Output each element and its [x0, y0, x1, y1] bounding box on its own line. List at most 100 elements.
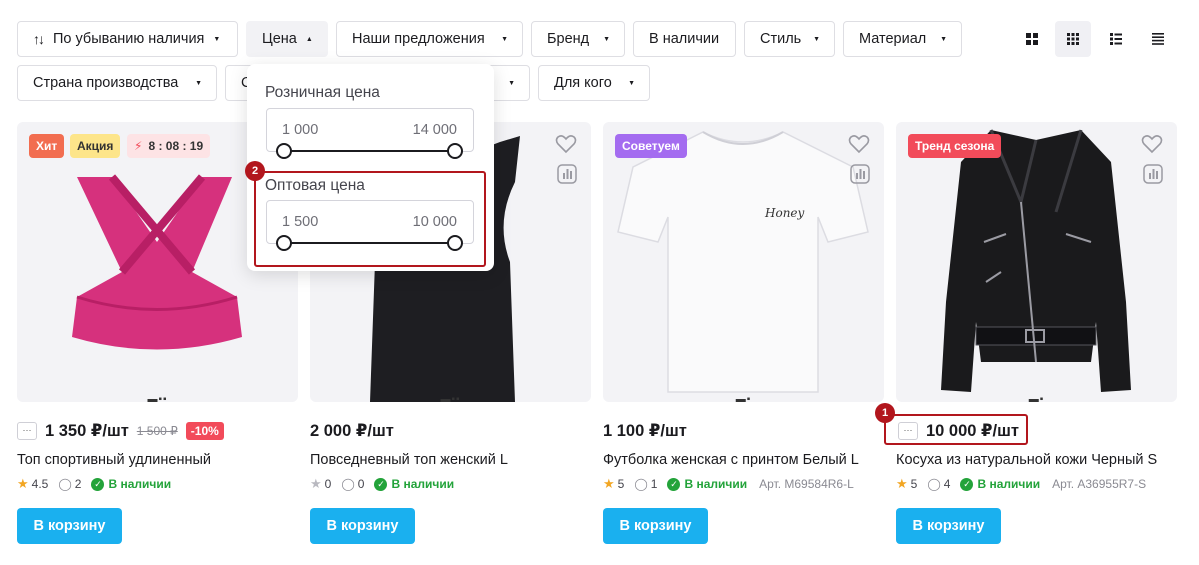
- comments-count: 4: [943, 477, 951, 491]
- sort-label: По убыванию наличия: [53, 31, 205, 47]
- check-icon: ✓: [374, 477, 388, 491]
- retail-max-value[interactable]: 14 000: [413, 122, 457, 138]
- product-image[interactable]: Тренд сезона ▬▪: [896, 122, 1177, 402]
- view-list-button[interactable]: [1098, 21, 1134, 57]
- stock-status: В наличии: [391, 477, 455, 491]
- product-meta: ★ 5 ◯ 4 ✓ В наличии Арт. A36955R7-S: [896, 475, 1146, 493]
- chevron-down-icon: ▼: [628, 79, 635, 87]
- price-row: 1 100 ₽/шт: [603, 420, 687, 442]
- product-title[interactable]: Косуха из натуральной кожи Черный S: [896, 452, 1157, 468]
- image-pager-dots: ▬▪▪: [440, 394, 461, 402]
- trend-badge: Тренд сезона: [908, 134, 1002, 158]
- product-meta: ★ 0 ◯ 0 ✓ В наличии: [310, 475, 466, 493]
- price-filter-label: Цена: [262, 31, 297, 47]
- retail-slider-max-handle[interactable]: [447, 143, 463, 159]
- rating-value: 4.5: [31, 477, 49, 491]
- view-compact-list-button[interactable]: [1140, 21, 1176, 57]
- hit-badge: Хит: [29, 134, 65, 158]
- list-icon: [1110, 33, 1122, 45]
- add-to-cart-button[interactable]: В корзину: [310, 508, 415, 544]
- in-stock-filter[interactable]: В наличии: [633, 21, 736, 57]
- promo-badge: Акция: [70, 134, 121, 158]
- discount-badge: -10%: [185, 422, 224, 440]
- material-filter[interactable]: Материал ▼: [843, 21, 962, 57]
- article-number: Арт. M69584R6-L: [759, 477, 854, 491]
- lightning-icon: ⚡: [134, 139, 143, 153]
- offers-filter[interactable]: Наши предложения ▼: [336, 21, 523, 57]
- star-icon: ★: [310, 476, 322, 491]
- stock-status: В наличии: [684, 477, 748, 491]
- rating-value: 0: [324, 477, 332, 491]
- sort-dropdown[interactable]: ↑↓ По убыванию наличия ▼: [17, 21, 238, 57]
- star-icon: ★: [603, 476, 615, 491]
- chevron-down-icon: ▼: [501, 35, 508, 43]
- chevron-down-icon: ▼: [213, 35, 221, 43]
- style-filter-label: Стиль: [760, 31, 802, 47]
- retail-slider-track: [284, 150, 455, 152]
- chevron-down-icon: ▼: [508, 79, 515, 87]
- retail-price-label: Розничная цена: [265, 84, 380, 101]
- material-filter-label: Материал: [859, 31, 927, 47]
- style-filter[interactable]: Стиль ▼: [744, 21, 835, 57]
- product-title[interactable]: Топ спортивный удлиненный: [17, 452, 211, 468]
- retail-price-range[interactable]: 1 000 14 000: [266, 108, 474, 152]
- product-title[interactable]: Повседневный топ женский L: [310, 452, 508, 468]
- chevron-down-icon: ▼: [195, 79, 202, 87]
- for-whom-filter[interactable]: Для кого ▼: [538, 65, 650, 101]
- heart-icon[interactable]: [555, 134, 577, 159]
- comment-icon: ◯: [58, 477, 72, 491]
- price-row: 2 000 ₽/шт: [310, 420, 394, 442]
- comment-icon: ◯: [341, 477, 355, 491]
- rating-value: 5: [910, 477, 918, 491]
- retail-min-value[interactable]: 1 000: [282, 122, 318, 138]
- price-highlight-box: [884, 414, 1028, 445]
- heart-icon[interactable]: [848, 134, 870, 159]
- chevron-down-icon: ▼: [603, 35, 610, 43]
- sort-icon: ↑↓: [33, 31, 45, 47]
- rating-value: 5: [617, 477, 625, 491]
- compare-icon[interactable]: [1143, 164, 1163, 189]
- comment-icon: ◯: [927, 477, 941, 491]
- view-grid-large-button[interactable]: [1014, 21, 1050, 57]
- leather-jacket-image: [941, 129, 1131, 392]
- product-meta: ★ 4.5 ◯ 2 ✓ В наличии: [17, 475, 183, 493]
- lines-icon: [1152, 33, 1164, 45]
- brand-filter[interactable]: Бренд ▼: [531, 21, 625, 57]
- product-title[interactable]: Футболка женская с принтом Белый L: [603, 452, 859, 468]
- image-pager-dots: ▬▪: [735, 394, 752, 402]
- product-price: 1 350 ₽/шт: [45, 422, 129, 440]
- timer-value: 8 : 08 : 19: [148, 139, 204, 153]
- timer-badge: ⚡ 8 : 08 : 19: [127, 134, 211, 158]
- annotation-marker-2: 2: [245, 161, 265, 181]
- image-pager-dots: ▬▪▪: [147, 394, 168, 402]
- star-icon: ★: [896, 476, 908, 491]
- compare-icon[interactable]: [557, 164, 577, 189]
- comments-count: 2: [74, 477, 82, 491]
- article-number: Арт. A36955R7-S: [1052, 477, 1147, 491]
- brand-filter-label: Бренд: [547, 31, 590, 47]
- white-tshirt-image: Honey: [617, 131, 869, 393]
- heart-icon[interactable]: [1141, 134, 1163, 159]
- country-filter[interactable]: Страна производства ▼: [17, 65, 217, 101]
- star-icon: ★: [17, 476, 29, 491]
- add-to-cart-button[interactable]: В корзину: [17, 508, 122, 544]
- print-text: Honey: [764, 206, 805, 220]
- wholesale-highlight-box: [254, 171, 486, 267]
- check-icon: ✓: [667, 477, 681, 491]
- retail-slider-min-handle[interactable]: [276, 143, 292, 159]
- add-to-cart-button[interactable]: В корзину: [603, 508, 708, 544]
- product-meta: ★ 5 ◯ 1 ✓ В наличии Арт. M69584R6-L: [603, 475, 854, 493]
- add-to-cart-button[interactable]: В корзину: [896, 508, 1001, 544]
- price-row: ··· 1 350 ₽/шт 1 500 ₽ -10%: [17, 420, 224, 442]
- product-image[interactable]: Honey Советуем ▬▪: [603, 122, 884, 402]
- grid-3x3-icon: [1067, 33, 1079, 45]
- stock-status: В наличии: [108, 477, 172, 491]
- price-filter[interactable]: Цена ▲: [246, 21, 328, 57]
- check-icon: ✓: [960, 477, 974, 491]
- compare-icon[interactable]: [850, 164, 870, 189]
- more-options-button[interactable]: ···: [17, 422, 37, 440]
- view-grid-small-button[interactable]: [1055, 21, 1091, 57]
- product-price: 1 100 ₽/шт: [603, 422, 687, 440]
- grid-2x2-icon: [1026, 33, 1038, 45]
- for-whom-filter-label: Для кого: [554, 75, 612, 91]
